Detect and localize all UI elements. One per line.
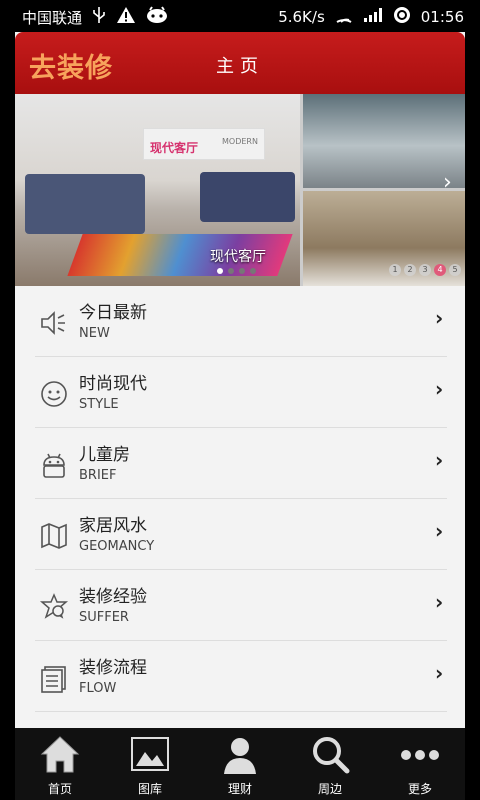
tab-label: 理财: [227, 782, 252, 796]
bottom-tab-bar: 首页 图库 理财 周边 更多: [15, 728, 465, 800]
tab-finance[interactable]: 理财: [195, 728, 285, 800]
tab-label: 首页: [47, 782, 72, 796]
banner-sign: 现代客厅 MODERN: [143, 128, 265, 160]
indicator-dot: [239, 268, 245, 274]
tab-gallery[interactable]: 图库: [105, 728, 195, 800]
network-speed: 5.6K/s: [278, 8, 325, 26]
menu-item-new[interactable]: 今日最新 NEW ›: [15, 286, 465, 357]
app-window: 去装修 主页 现代客厅 MODERN › 现代客厅 1 2 3 4 5 今日最新…: [15, 32, 465, 728]
menu-item-subtitle: NEW: [79, 326, 110, 341]
tab-label: 图库: [137, 782, 162, 796]
menu-item-flow[interactable]: 装修流程 FLOW ›: [15, 641, 465, 712]
notification-app-icon: [146, 6, 168, 28]
menu-item-subtitle: GEOMANCY: [79, 539, 155, 554]
carrier-name: 中国联通: [22, 8, 83, 27]
indicator-dot: [228, 268, 234, 274]
robot-icon: [39, 450, 69, 480]
chevron-right-icon: ›: [435, 448, 444, 472]
page-title: 主页: [216, 56, 264, 77]
tab-nearby[interactable]: 周边: [285, 728, 375, 800]
signal-icon: [363, 7, 383, 27]
status-bar: 中国联通 5.6K/s 01:56: [0, 0, 480, 32]
usb-icon: [92, 6, 106, 28]
divider: [35, 711, 447, 712]
sofa-shape: [200, 172, 295, 222]
app-header: 去装修 主页: [15, 32, 465, 94]
tab-label: 周边: [317, 782, 342, 796]
search-icon: [313, 737, 350, 774]
menu-item-title: 家居风水: [79, 516, 147, 536]
sofa-shape: [25, 174, 145, 234]
chevron-right-icon: ›: [435, 590, 444, 614]
gallery-icon: [131, 737, 169, 771]
chevron-right-icon: ›: [435, 306, 444, 330]
tab-more[interactable]: 更多: [375, 728, 465, 800]
user-icon: [224, 738, 256, 774]
banner-caption: 现代客厅: [210, 249, 266, 265]
map-icon: [39, 521, 69, 551]
indicator-dot: [217, 268, 223, 274]
chevron-right-icon[interactable]: ›: [443, 170, 452, 195]
menu-item-title: 儿童房: [79, 445, 130, 465]
chevron-right-icon: ›: [435, 661, 444, 685]
menu-list: 今日最新 NEW › 时尚现代 STYLE › 儿童房 BRIEF › 家居风水…: [15, 286, 465, 712]
menu-item-subtitle: FLOW: [79, 681, 117, 696]
tab-home[interactable]: 首页: [15, 728, 105, 800]
menu-item-title: 时尚现代: [79, 374, 147, 394]
menu-item-kids-room[interactable]: 儿童房 BRIEF ›: [15, 428, 465, 499]
pager-dot[interactable]: 4: [434, 264, 446, 276]
tab-label: 更多: [407, 782, 432, 796]
speaker-icon: [39, 308, 69, 338]
experience-icon: [39, 592, 69, 622]
menu-item-subtitle: BRIEF: [79, 468, 117, 483]
pager-dot[interactable]: 3: [419, 264, 431, 276]
menu-item-title: 装修流程: [79, 658, 147, 678]
warning-icon: [116, 6, 136, 28]
menu-item-title: 今日最新: [79, 303, 147, 323]
pager-dot[interactable]: 1: [389, 264, 401, 276]
banner-sign-en: MODERN: [222, 137, 258, 146]
chevron-right-icon: ›: [435, 519, 444, 543]
pager-dot[interactable]: 5: [449, 264, 461, 276]
menu-item-style[interactable]: 时尚现代 STYLE ›: [15, 357, 465, 428]
document-list-icon: [39, 663, 69, 693]
banner-indicator: [217, 268, 256, 274]
sync-icon: [393, 6, 411, 28]
clock-time: 01:56: [420, 8, 464, 26]
banner-image-side-top[interactable]: [303, 94, 465, 188]
pager-dot[interactable]: 2: [404, 264, 416, 276]
menu-item-subtitle: SUFFER: [79, 610, 129, 625]
home-icon: [40, 736, 80, 773]
banner-carousel[interactable]: 现代客厅 MODERN › 现代客厅 1 2 3 4 5: [15, 94, 465, 286]
wifi-icon: [335, 7, 353, 27]
indicator-dot: [250, 268, 256, 274]
menu-item-title: 装修经验: [79, 587, 147, 607]
menu-item-subtitle: STYLE: [79, 397, 119, 412]
menu-item-geomancy[interactable]: 家居风水 GEOMANCY ›: [15, 499, 465, 570]
smiley-icon: [39, 379, 69, 409]
banner-sign-text: 现代客厅: [150, 141, 199, 155]
banner-pager: 1 2 3 4 5: [389, 264, 461, 276]
chevron-right-icon: ›: [435, 377, 444, 401]
more-icon: [401, 750, 439, 760]
menu-item-experience[interactable]: 装修经验 SUFFER ›: [15, 570, 465, 641]
